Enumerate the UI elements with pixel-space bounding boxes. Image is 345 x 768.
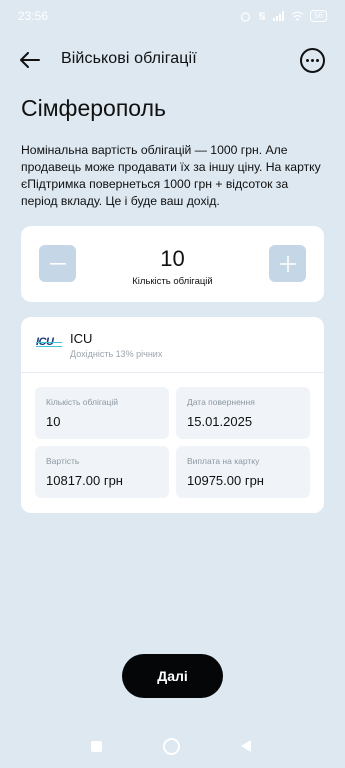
back-button[interactable] (18, 48, 42, 72)
tile-label: Вартість (46, 456, 80, 466)
home-icon[interactable] (163, 738, 180, 755)
header-title: Військові облігації (61, 50, 197, 67)
tile-label: Дата повернення (187, 397, 255, 407)
bond-name: ICU (70, 331, 93, 346)
status-bar: 23:56 56 (0, 0, 345, 32)
bond-card: ICU ICU Дохідність 13% річних Кількість … (21, 317, 324, 513)
tile-value: 10975.00 грн (187, 473, 264, 488)
status-time: 23:56 (18, 9, 49, 23)
header: Військові облігації (0, 44, 345, 76)
plus-icon (279, 255, 296, 272)
tile-label: Виплата на картку (187, 456, 260, 466)
info-tile-return-date: Дата повернення 15.01.2025 (176, 387, 310, 439)
info-tile-cost: Вартість 10817.00 грн (35, 446, 169, 498)
arrow-left-icon (20, 52, 40, 68)
bond-logo: ICU (36, 336, 62, 352)
nav-back-icon[interactable] (241, 740, 251, 752)
signal-icon (273, 11, 285, 21)
system-nav-bar (0, 730, 345, 762)
bond-yield: Дохідність 13% річних (70, 349, 163, 359)
info-tile-payout: Виплата на картку 10975.00 грн (176, 446, 310, 498)
bond-header: ICU ICU Дохідність 13% річних (21, 317, 324, 373)
next-button[interactable]: Далі (122, 654, 223, 698)
tile-value: 10 (46, 414, 61, 429)
battery-icon: 56 (310, 10, 327, 22)
page-title: Сімферополь (21, 95, 166, 121)
wifi-icon (291, 11, 304, 21)
quantity-stepper: 10 Кількість облігацій (21, 226, 324, 302)
increase-button[interactable] (269, 245, 306, 282)
tile-value: 15.01.2025 (187, 414, 253, 429)
more-horizontal-icon (306, 59, 309, 62)
info-tile-quantity: Кількість облігацій 10 (35, 387, 169, 439)
status-icons: 56 (240, 10, 327, 22)
tile-value: 10817.00 грн (46, 473, 123, 488)
mute-icon (258, 12, 266, 20)
tile-label: Кількість облігацій (46, 397, 118, 407)
description-text: Номінальна вартість облігацій — 1000 грн… (21, 143, 321, 208)
alarm-icon (240, 11, 251, 22)
recents-icon[interactable] (91, 741, 102, 752)
more-button[interactable] (300, 48, 325, 73)
